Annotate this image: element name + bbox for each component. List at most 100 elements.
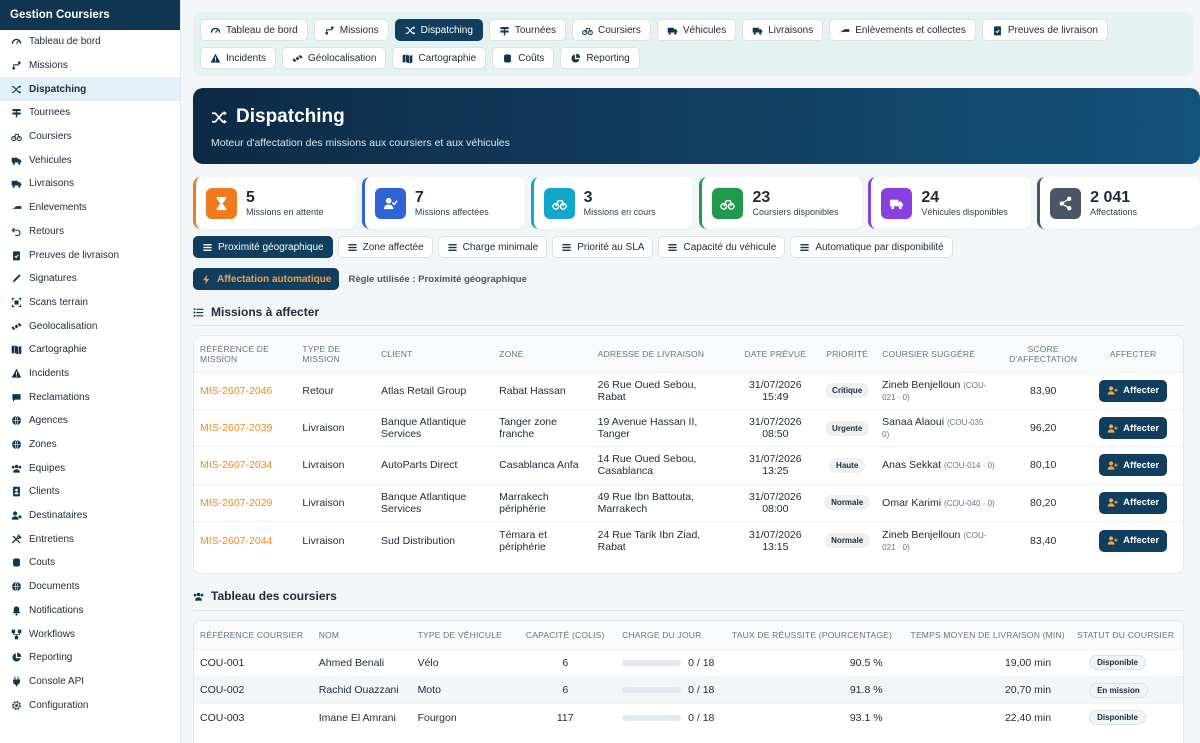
rule-option[interactable]: Priorité au SLA [552, 236, 654, 258]
sidebar-nav: Tableau de bord Missions Dispatching Tourne… [0, 30, 180, 717]
capacity: 117 [556, 711, 574, 724]
sidebar-item-scans-terrain[interactable]: Scans terrain [0, 291, 180, 315]
delivery-truck-icon [752, 25, 763, 36]
assignment-score: 83,90 [1030, 384, 1057, 397]
tab-label: Preuves de livraison [1007, 24, 1098, 36]
sidebar-item-configuration[interactable]: Configuration [0, 693, 180, 717]
sidebar-item-tournees[interactable]: Tournees [0, 101, 180, 125]
assign-button[interactable]: Affecter [1099, 379, 1168, 402]
success-rate: 91.8 % [849, 684, 883, 697]
priority-badge: Haute [829, 457, 866, 473]
tab-satellite[interactable]: Géolocalisation [282, 47, 387, 69]
assign-button[interactable]: Affecter [1099, 529, 1168, 552]
sidebar-item-documents[interactable]: Documents [0, 575, 180, 599]
tab-truck[interactable]: Véhicules [656, 19, 737, 41]
zone-name: Rabat Hassan [499, 384, 566, 397]
user-plus-icon [1107, 460, 1118, 471]
status-badge: Disponible [1089, 655, 1146, 671]
courier-name: Zineb Benjelloun [882, 528, 961, 541]
kpi-body: 24 Véhicules disponibles [921, 189, 1008, 217]
sidebar-item-vehicules[interactable]: Vehicules [0, 148, 180, 172]
sidebar-item-livraisons[interactable]: Livraisons [0, 172, 180, 196]
assign-button[interactable]: Affecter [1099, 491, 1168, 514]
sidebar-item-tableau-de-bord[interactable]: Tableau de bord [0, 30, 180, 54]
column-header: Priorité [818, 336, 877, 372]
due-date-day: 31/07/2026 [749, 453, 802, 466]
sidebar-item-workflows[interactable]: Workflows [0, 622, 180, 646]
sidebar-item-couts[interactable]: Couts [0, 551, 180, 575]
tab-delivery-truck[interactable]: Livraisons [742, 19, 824, 41]
user-plus-icon [1107, 423, 1118, 434]
tab-dashboard[interactable]: Tableau de bord [200, 19, 308, 41]
sidebar-item-incidents[interactable]: Incidents [0, 362, 180, 386]
sidebar-item-retours[interactable]: Retours [0, 220, 180, 244]
clipboard-check-icon [11, 250, 22, 261]
tab-route[interactable]: Missions [313, 19, 389, 41]
courier-code: (COU-014 · 0) [944, 461, 995, 471]
bicycle-icon [11, 131, 22, 142]
tab-warning[interactable]: Incidents [200, 47, 277, 69]
tab-clipboard-check[interactable]: Preuves de livraison [981, 19, 1108, 41]
table-row: MIS-2607-2029 Livraison Banque Atlantique … [194, 484, 1183, 521]
kpi-label: Missions en cours [583, 207, 656, 217]
sidebar-item-equipes[interactable]: Equipes [0, 456, 180, 480]
sidebar-item-dispatching[interactable]: Dispatching [0, 77, 180, 102]
sidebar-item-clients[interactable]: Clients [0, 480, 180, 504]
rule-option[interactable]: Proximité géographique [193, 236, 333, 258]
sidebar-item-entretiens[interactable]: Entretiens [0, 527, 180, 551]
client-name: Banque Atlantique Services [381, 416, 467, 441]
tab-pie-chart[interactable]: Reporting [560, 47, 640, 69]
sidebar-item-signatures[interactable]: Signatures [0, 267, 180, 291]
auto-assign-button[interactable]: Affectation automatique [193, 268, 340, 290]
tab-bicycle[interactable]: Coursiers [572, 19, 651, 41]
sidebar-item-console-api[interactable]: Console API [0, 670, 180, 694]
rule-option[interactable]: Automatique par disponibilité [790, 236, 953, 258]
delivery-address: 19 Avenue Hassan II, Tanger [597, 416, 698, 441]
tab-coins[interactable]: Coûts [492, 47, 555, 69]
sidebar-item-reporting[interactable]: Reporting [0, 646, 180, 670]
mission-ref-cell: MIS-2607-2044 [194, 522, 296, 559]
sidebar-item-label: Vehicules [29, 154, 72, 166]
pie-chart-icon [11, 652, 22, 663]
tab-label: Dispatching [420, 24, 473, 36]
assign-button[interactable]: Affecter [1099, 454, 1168, 477]
sidebar-item-missions[interactable]: Missions [0, 54, 180, 78]
sidebar-item-agences[interactable]: Agences [0, 409, 180, 433]
courier-name: Omar Karimi [882, 496, 942, 509]
chat-icon [11, 392, 22, 403]
kpi-card: 23 Coursiers disponibles [699, 177, 863, 229]
sidebar-item-coursiers[interactable]: Coursiers [0, 125, 180, 149]
sidebar-item-reclamations[interactable]: Reclamations [0, 385, 180, 409]
sidebar-item-preuves-de-livraison[interactable]: Preuves de livraison [0, 243, 180, 267]
rule-option[interactable]: Charge minimale [437, 236, 548, 258]
tab-pickup[interactable]: Enlèvements et collectes [829, 19, 976, 41]
tab-map[interactable]: Cartographie [392, 47, 487, 69]
tab-label: Coûts [518, 52, 545, 64]
missions-section-title: Missions à affecter [193, 305, 319, 319]
satellite-icon [292, 53, 303, 64]
sidebar-item-cartographie[interactable]: Cartographie [0, 338, 180, 362]
sidebar-item-enlevements[interactable]: Enlevements [0, 196, 180, 220]
sidebar-item-geolocalisation[interactable]: Geolocalisation [0, 314, 180, 338]
tab-signs[interactable]: Tournées [488, 19, 567, 41]
rule-used-text: Règle utilisée : Proximité géographique [348, 273, 527, 285]
sidebar-item-destinataires[interactable]: Destinataires [0, 504, 180, 528]
success-rate: 90.5 % [849, 656, 883, 669]
assign-button[interactable]: Affecter [1099, 417, 1168, 440]
sidebar-item-label: Documents [29, 581, 80, 593]
map-icon [11, 344, 22, 355]
sidebar-item-zones[interactable]: Zones [0, 433, 180, 457]
kpi-label: Affectations [1090, 207, 1138, 217]
bars-icon [667, 242, 678, 253]
tab-shuffle[interactable]: Dispatching [394, 19, 483, 41]
sidebar-item-label: Destinataires [29, 510, 88, 522]
kpi-value: 23 [752, 189, 771, 206]
rule-option[interactable]: Capacité du véhicule [658, 236, 786, 258]
courier-code: (COU-040 · 0) [944, 498, 995, 508]
sidebar-item-notifications[interactable]: Notifications [0, 599, 180, 623]
courier-name: Rachid Ouazzani [318, 684, 399, 697]
couriers-table: Référence coursier Nom Type de véhicule Cap… [193, 620, 1184, 743]
column-header: Type de mission [296, 336, 376, 372]
rule-option[interactable]: Zone affectée [337, 236, 433, 258]
tab-label: Enlèvements et collectes [855, 24, 966, 36]
